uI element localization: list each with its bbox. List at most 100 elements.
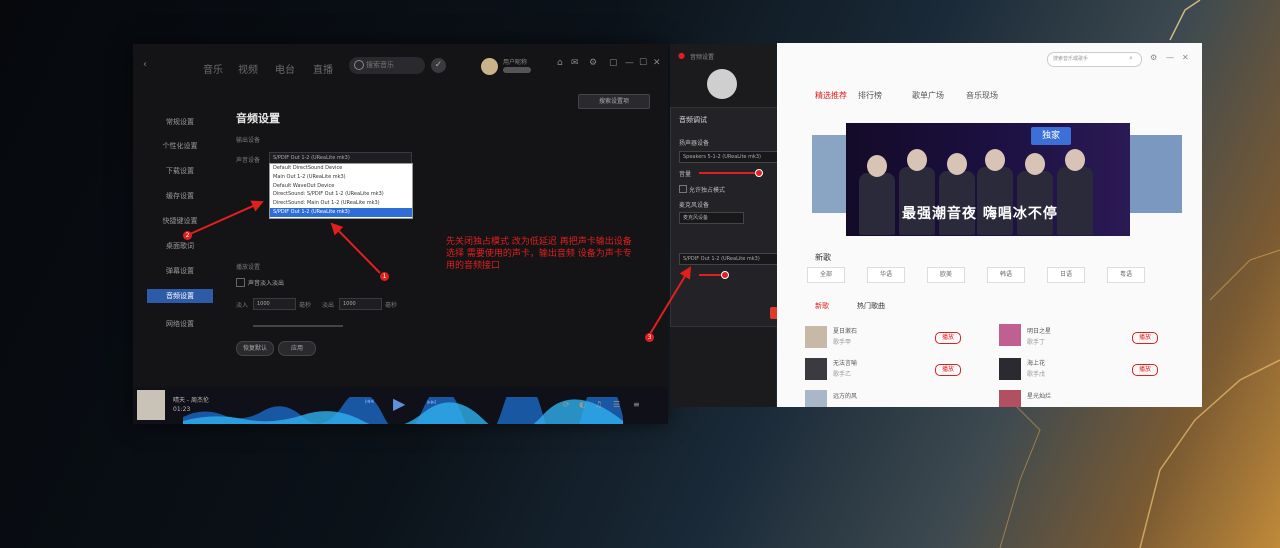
play-button[interactable]: 播放 <box>935 364 961 376</box>
queue-icon[interactable]: ≡ <box>633 400 640 409</box>
app-logo-icon: ● <box>678 51 685 60</box>
category-chip[interactable]: 华语 <box>867 267 905 283</box>
album-cover[interactable] <box>137 390 165 420</box>
settings-icon[interactable]: ⚙ <box>589 58 597 68</box>
top-bar: ‹ 音乐 视频 电台 直播 搜索音乐 ✓ 用户昵称 ⌂ ✉ ⚙ ▢ — ☐ ✕ <box>133 44 668 84</box>
song-thumbnail[interactable] <box>805 390 827 407</box>
fade-checkbox[interactable] <box>236 278 245 287</box>
search-icon[interactable]: ⌕ <box>1129 54 1133 63</box>
sidebar-item[interactable]: 网络设置 <box>147 317 213 331</box>
sidebar-item[interactable]: 快捷键设置 <box>147 214 213 228</box>
fade-in-input[interactable]: 1000 <box>253 298 296 310</box>
category-chip[interactable]: 韩语 <box>987 267 1025 283</box>
search-input[interactable]: 搜索音乐 <box>349 57 425 74</box>
avatar[interactable] <box>481 58 498 75</box>
slider-track[interactable] <box>253 325 343 327</box>
previous-icon[interactable]: ⏮ <box>365 397 374 408</box>
tab-charts[interactable]: 排行榜 <box>858 90 882 101</box>
sidebar-item[interactable]: 桌面歌词 <box>147 239 213 253</box>
maximize-icon[interactable]: ☐ <box>639 58 647 68</box>
next-icon[interactable]: ⏭ <box>427 397 436 408</box>
song-artist[interactable]: 歌手戊 <box>1027 369 1045 391</box>
category-chip[interactable]: 全部 <box>807 267 845 283</box>
banner-next[interactable] <box>1130 135 1182 213</box>
loop-icon[interactable]: ⟳ <box>563 400 570 409</box>
playback-time: 01:23 <box>173 406 191 413</box>
song-thumbnail[interactable] <box>805 326 827 348</box>
username[interactable]: 用户昵称 <box>503 57 527 66</box>
lyrics-icon[interactable]: ♫ <box>595 400 602 409</box>
tab-live[interactable]: 音乐现场 <box>966 90 998 101</box>
mail-icon[interactable]: ✉ <box>571 58 579 68</box>
sidebar-item[interactable]: 下载设置 <box>147 164 213 178</box>
song-thumbnail[interactable] <box>999 358 1021 380</box>
minimize-icon[interactable]: — <box>625 58 634 68</box>
play-button[interactable]: 播放 <box>935 332 961 344</box>
reset-default-button[interactable]: 恢复默认 <box>236 341 274 356</box>
playback-device-label: 扬声器设备 <box>679 140 710 147</box>
settings-icon[interactable]: ⚙ <box>1150 53 1157 62</box>
category-chip[interactable]: 粤语 <box>1107 267 1145 283</box>
play-button[interactable]: 播放 <box>1132 332 1158 344</box>
song-artist[interactable]: 歌手乙 <box>833 369 851 391</box>
tab-new-songs[interactable]: 新歌 <box>815 301 829 311</box>
song-thumbnail[interactable] <box>805 358 827 380</box>
microphone-icon[interactable]: ✓ <box>431 58 446 73</box>
play-button[interactable]: 播放 <box>1132 364 1158 376</box>
minimize-icon[interactable]: — <box>1166 53 1174 62</box>
avatar[interactable] <box>707 69 737 99</box>
mini-mode-icon[interactable]: ▢ <box>609 58 618 68</box>
tab-hot-songs[interactable]: 热门歌曲 <box>857 301 885 311</box>
dropdown-option[interactable]: DirectSound: Main Out 1-2 (UReaLite mk3) <box>270 199 412 208</box>
mic-select[interactable]: 麦克风设备 <box>679 212 744 224</box>
fade-out-input[interactable]: 1000 <box>339 298 382 310</box>
category-chip[interactable]: 日语 <box>1047 267 1085 283</box>
volume-icon[interactable]: ◐ <box>579 400 586 409</box>
sidebar-item-audio[interactable]: 音频设置 <box>147 289 213 303</box>
sidebar-item[interactable]: 弹幕设置 <box>147 264 213 278</box>
close-icon[interactable]: ✕ <box>653 58 661 68</box>
song-thumbnail[interactable] <box>999 324 1021 346</box>
dropdown-option[interactable]: Default DirectSound Device <box>270 164 412 173</box>
song-artist[interactable]: 歌手甲 <box>833 337 851 359</box>
category-chip[interactable]: 欧美 <box>927 267 965 283</box>
song-artist[interactable]: 歌手丁 <box>1027 337 1045 359</box>
nav-tab[interactable]: 视频 <box>238 61 258 76</box>
song-title[interactable]: 远方的风 <box>833 391 857 407</box>
close-icon[interactable]: ✕ <box>1182 53 1189 62</box>
shirt-icon[interactable]: ⌂ <box>557 58 563 68</box>
unit-label: 毫秒 <box>299 302 312 309</box>
nav-tab[interactable]: 音乐 <box>203 61 223 76</box>
input-knob[interactable] <box>721 271 729 279</box>
tab-playlists[interactable]: 歌单广场 <box>912 90 944 101</box>
playlist-icon[interactable]: ☰ <box>613 400 620 409</box>
nav-tab[interactable]: 电台 <box>275 61 295 76</box>
fade-in-label: 淡入 <box>236 302 249 309</box>
sidebar-item[interactable]: 个性化设置 <box>147 139 213 153</box>
fade-checkbox-label: 声音淡入淡出 <box>248 280 285 287</box>
play-icon[interactable]: ▶ <box>393 394 405 413</box>
sidebar-item[interactable]: 常规设置 <box>147 115 213 129</box>
dropdown-option[interactable]: Main Out 1-2 (UReaLite mk3) <box>270 173 412 182</box>
exclusive-checkbox[interactable] <box>679 185 687 193</box>
settings-search-input[interactable]: 搜索设置项 <box>578 94 650 109</box>
dropdown-option-selected[interactable]: S/PDIF Out 1-2 (UReaLite mk3) <box>270 207 412 217</box>
volume-knob[interactable] <box>755 169 763 177</box>
song-thumbnail[interactable] <box>999 390 1021 407</box>
song-title[interactable]: 星光灿烂 <box>1027 391 1051 407</box>
tab-featured[interactable]: 精选推荐 <box>815 90 847 101</box>
dropdown-option[interactable]: Default WaveOut Device <box>270 182 412 191</box>
back-icon[interactable]: ‹ <box>143 59 147 70</box>
now-playing-title[interactable]: 晴天 - 周杰伦 <box>173 395 209 404</box>
apply-button[interactable]: 应用 <box>278 341 316 356</box>
dropdown-option[interactable]: DirectSound: S/PDIF Out 1-2 (UReaLite mk… <box>270 190 412 199</box>
web-search-input[interactable]: 搜索音乐或歌手 <box>1047 52 1142 67</box>
search-placeholder: 搜索音乐 <box>366 61 394 69</box>
sidebar-item[interactable]: 缓存设置 <box>147 189 213 203</box>
banner-title: 最强潮音夜 嗨唱冰不停 <box>902 206 1058 222</box>
volume-slider[interactable] <box>699 172 759 174</box>
nav-tab[interactable]: 直播 <box>313 61 333 76</box>
device-label: 声音设备 <box>236 157 261 164</box>
banner-tag: 独家 <box>1031 127 1071 145</box>
annotation-text: 先关闭独占模式 改为低延迟 再把声卡输出设备选择 需要使用的声卡，输出音频 设备… <box>446 237 632 271</box>
